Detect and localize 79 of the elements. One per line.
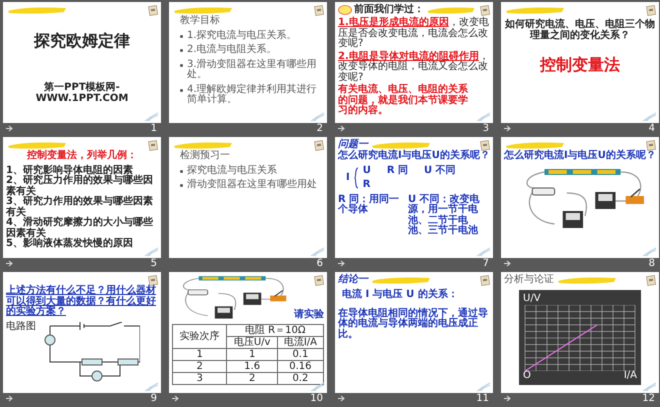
- slide-thumbnail[interactable]: 如何研究电流、电压、电阻三个物理量之间的变化关系？ 控制变量法: [501, 2, 659, 123]
- slide-thumbnail[interactable]: 控制变量法，列举几例： 1、研究影响导体电阻的因素 2、研究压力作用的效果与哪些因素有关 3、研究力作用的效果与哪些因素有关 4、滑动研究摩擦力的大小与哪些因素有关 5、影响液体蒸发快慢的原因: [3, 137, 161, 258]
- slide-heading: 前面我们学过：: [354, 4, 424, 16]
- slide-thumbnail[interactable]: 怎么研究电流I与电压U的关系呢？: [501, 137, 659, 258]
- condition-label: U 不同: [424, 166, 456, 176]
- list-item: 5、影响液体蒸发快慢的原因: [6, 239, 134, 250]
- slide-heading: 教学目标: [179, 16, 221, 26]
- list-item: 4、滑动研究摩擦力的大小与哪些因素有关: [6, 218, 154, 238]
- slide-number: 4: [648, 124, 655, 134]
- slide-thumbnail[interactable]: 结论一 电流 I 与电压 U 的关系： 在导体电阻相同的情况下，通过导体的电流与导体两端的电压成正比。: [335, 272, 493, 393]
- slide-note: R 同：用同一个导体: [338, 194, 400, 217]
- slide-number: 6: [316, 258, 323, 268]
- bullet-item: 探究电流与电压关系: [187, 166, 277, 176]
- list-item: 1、研究影响导体电阻的因素: [6, 166, 133, 176]
- bullet-item: 4.理解欧姆定律并利用其进行简单计算。: [187, 84, 318, 106]
- bullet-item: 1.探究电流与电压关系。: [187, 30, 297, 41]
- slide-thumbnail[interactable]: 教学目标 1.探究电流与电压关系。 2.电流与电阻关系。 3.滑动变阻器在这里有哪些用处。 4.理解欧姆定律并利用其进行简单计算。: [169, 2, 327, 123]
- slide-subtitle: 第一PPT模板网-WWW.1PPT.COM: [34, 83, 130, 104]
- table-cell: 电阻 R＝10Ω: [226, 324, 324, 336]
- slide-question: 怎么研究电流I与电压U的关系呢？: [338, 151, 490, 162]
- table-cell: 1.6: [226, 360, 278, 372]
- axis-label: O: [523, 370, 531, 381]
- table-cell: 电压U/v: [226, 336, 278, 348]
- slide-note: U 不同：改变电源，用一节干电池、二节干电池、三节干电池: [408, 194, 481, 236]
- axis-label: I/A: [624, 370, 637, 381]
- slide-number: 10: [310, 394, 323, 404]
- slide-thumbnail[interactable]: 上述方法有什么不足？用什么器材可以得到大量的数据？有什么更好的实验方案？ 电路图: [3, 272, 161, 393]
- action-label: 请实验: [294, 310, 324, 320]
- variable-label: U: [362, 166, 371, 176]
- list-item: 2、研究压力作用的效果与哪些因素有关: [6, 176, 154, 196]
- table-cell: 电流I/A: [277, 336, 324, 348]
- slide-thumbnail[interactable]: 请实验 实验次序 电阻 R＝10Ω 电压U/v 电流I/A 1 1 0.1 2 1.6 0.16 3 2 0.2: [169, 272, 327, 393]
- table-cell: 3: [172, 372, 227, 384]
- list-item: 3、研究力作用的效果与哪些因素有关: [6, 197, 154, 218]
- slide-thumbnail[interactable]: 探究欧姆定律 第一PPT模板网-WWW.1PPT.COM: [3, 2, 161, 123]
- slide-heading: 控制变量法，列举几例：: [26, 151, 138, 162]
- slide-paragraph: 2.电阻是导体对电流的阻碍作用，改变导体的电阻，电流又会怎么改变呢?: [338, 52, 490, 83]
- slide-question: 上述方法有什么不足？用什么器材可以得到大量的数据？有什么更好的实验方案？: [6, 286, 157, 318]
- slide-title: 探究欧姆定律: [34, 32, 130, 50]
- table-cell: 实验次序: [172, 324, 227, 348]
- slide-number: 12: [642, 394, 655, 404]
- variable-label: I: [346, 172, 350, 184]
- bullet-item: 3.滑动变阻器在这里有哪些用处。: [187, 60, 318, 80]
- table-cell: 0.16: [277, 360, 324, 372]
- bullet-item: 2.电流与电阻关系。: [187, 45, 277, 56]
- slide-heading: 检测预习一: [179, 151, 231, 162]
- slide-paragraph: 1.电压是形成电流的原因，改变电压是否会改变电流，电流会怎么改变呢?: [338, 18, 490, 50]
- slide-number: 7: [482, 258, 489, 268]
- table-cell: 2: [172, 360, 227, 372]
- slide-method: 控制变量法: [538, 57, 621, 74]
- slide-number: 3: [482, 124, 489, 134]
- slide-thumbnail[interactable]: 前面我们学过： 1.电压是形成电流的原因，改变电压是否会改变电流，电流会怎么改变呢? 2.电阻是导体对电流的阻碍作用，改变导体的电阻，电流又会怎么改变呢? 有关电流、电压、电阻的关系的问题，就是我们本节课要学习的内容。: [335, 2, 493, 123]
- variable-label: R: [362, 180, 372, 190]
- bullet-item: 滑动变阻器在这里有哪些用处: [187, 180, 317, 190]
- slide-thumbnail[interactable]: 分析与论证 U/V O I/A: [501, 272, 659, 393]
- slide-number: 11: [476, 394, 489, 404]
- slide-number: 2: [316, 124, 323, 134]
- slide-heading: 分析与论证: [504, 274, 554, 286]
- axis-label: U/V: [523, 294, 542, 304]
- slide-number: 8: [648, 258, 655, 268]
- slide-question: 怎么研究电流I与电压U的关系呢？: [504, 151, 656, 162]
- slide-number: 1: [150, 124, 157, 134]
- slide-question: 如何研究电流、电压、电阻三个物理量之间的变化关系？: [504, 20, 656, 41]
- condition-label: R 同: [386, 166, 408, 176]
- table-cell: 1: [172, 348, 227, 360]
- slide-number: 5: [150, 258, 157, 268]
- slide-label: 问题一: [338, 140, 368, 150]
- table-cell: 0.1: [277, 348, 324, 360]
- table-cell: 1: [226, 348, 278, 360]
- slide-label: 结论一: [338, 274, 368, 286]
- table-cell: 0.2: [277, 372, 324, 384]
- diagram-caption: 电路图: [6, 322, 36, 332]
- slide-thumbnail[interactable]: 检测预习一 探究电流与电压关系 滑动变阻器在这里有哪些用处: [169, 137, 327, 258]
- slide-conclusion: 有关电流、电压、电阻的关系的问题，就是我们本节课要学习的内容。: [338, 85, 469, 116]
- slide-text: 在导体电阻相同的情况下，通过导体的电流与导体两端的电压成正比。: [338, 308, 489, 340]
- table-cell: 2: [226, 372, 278, 384]
- slide-heading: 电流 I 与电压 U 的关系：: [341, 290, 459, 300]
- slide-number: 9: [150, 394, 157, 404]
- slide-thumbnail[interactable]: 问题一 怎么研究电流I与电压U的关系呢？ I U R 同 U 不同 R R 同：用同一个导体 U 不同：改变电源，用一节干电池、二节干电池、三节干电池: [335, 137, 493, 258]
